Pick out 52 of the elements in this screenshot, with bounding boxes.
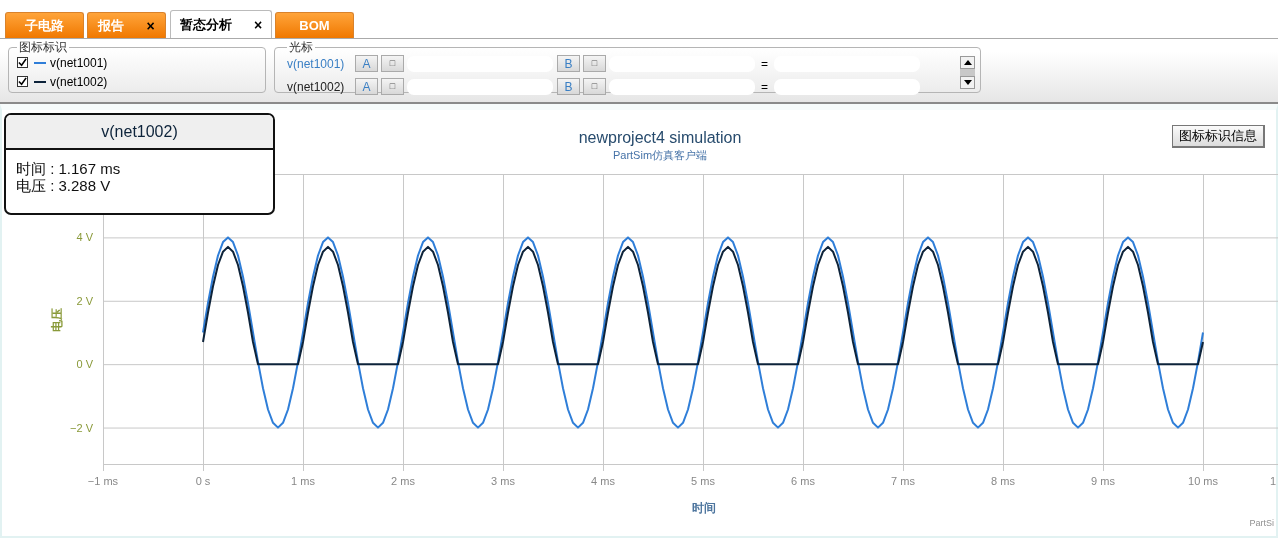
y-tick-label: 2 V <box>76 294 93 307</box>
credit-text: PartSi <box>1249 518 1274 528</box>
equals-sign: = <box>760 79 769 94</box>
group-title: 光标 <box>288 41 314 53</box>
input-field[interactable] <box>774 78 920 95</box>
chart-title: newproject4 simulation <box>578 129 742 146</box>
clear-button[interactable]: □ <box>583 55 606 72</box>
clear-button[interactable]: □ <box>583 78 606 95</box>
chart-subtitle: PartSim仿真客户端 <box>612 149 708 161</box>
x-tick-label: 2 ms <box>391 475 415 487</box>
x-tick-label: 3 ms <box>491 475 515 487</box>
cut-off-label: 1 <box>1269 475 1276 487</box>
equals-sign: = <box>760 56 769 71</box>
tab[interactable]: 暂态分析 × <box>170 10 272 38</box>
series-label: v(net1002) <box>287 79 346 94</box>
x-tick-label: 8 ms <box>991 475 1015 487</box>
x-tick-label: 6 ms <box>791 475 815 487</box>
scroll-up-button[interactable] <box>960 56 975 69</box>
input-field[interactable] <box>609 78 755 95</box>
up-arrow-icon <box>963 60 972 65</box>
close-icon[interactable]: × <box>146 18 155 33</box>
tooltip-line: 时间 : 1.167 ms <box>16 160 122 177</box>
x-tick-label: 5 ms <box>691 475 715 487</box>
checkbox[interactable] <box>17 57 28 68</box>
clear-button[interactable]: □ <box>381 78 404 95</box>
scrollbar-thumb[interactable] <box>960 69 975 76</box>
x-tick-label: 10 ms <box>1188 475 1218 487</box>
x-axis-title: 时间 <box>692 501 716 515</box>
legend-info-button[interactable]: 图标标识信息 <box>1172 125 1265 148</box>
group-title: 图标标识 <box>18 41 68 53</box>
y-tick-label: 0 V <box>76 358 93 371</box>
close-icon[interactable]: × <box>253 17 263 32</box>
x-tick-label: 9 ms <box>1091 475 1115 487</box>
y-tick-label: −2 V <box>70 421 93 434</box>
scroll-down-button[interactable] <box>960 76 975 89</box>
series-label: v(net1002) <box>50 74 108 89</box>
x-tick-label: 7 ms <box>891 475 915 487</box>
input-field[interactable] <box>407 78 553 95</box>
x-tick-label: −1 ms <box>87 475 119 487</box>
tooltip-title: v(net1002) <box>6 115 273 150</box>
x-tick-label: 1 ms <box>291 475 315 487</box>
x-tick-label: 0 s <box>195 475 211 487</box>
down-arrow-icon <box>963 80 972 85</box>
clear-button[interactable]: □ <box>381 55 404 72</box>
x-tick-label: 4 ms <box>591 475 615 487</box>
series-label: v(net1001) <box>50 55 108 70</box>
series-label: v(net1001) <box>287 56 346 71</box>
tooltip-line: 电压 : 3.288 V <box>16 177 112 194</box>
tab[interactable]: 报告 × <box>87 12 166 38</box>
y-axis-title: 电压 <box>50 308 64 332</box>
checkbox[interactable] <box>17 76 28 87</box>
y-tick-label: 4 V <box>76 231 93 244</box>
